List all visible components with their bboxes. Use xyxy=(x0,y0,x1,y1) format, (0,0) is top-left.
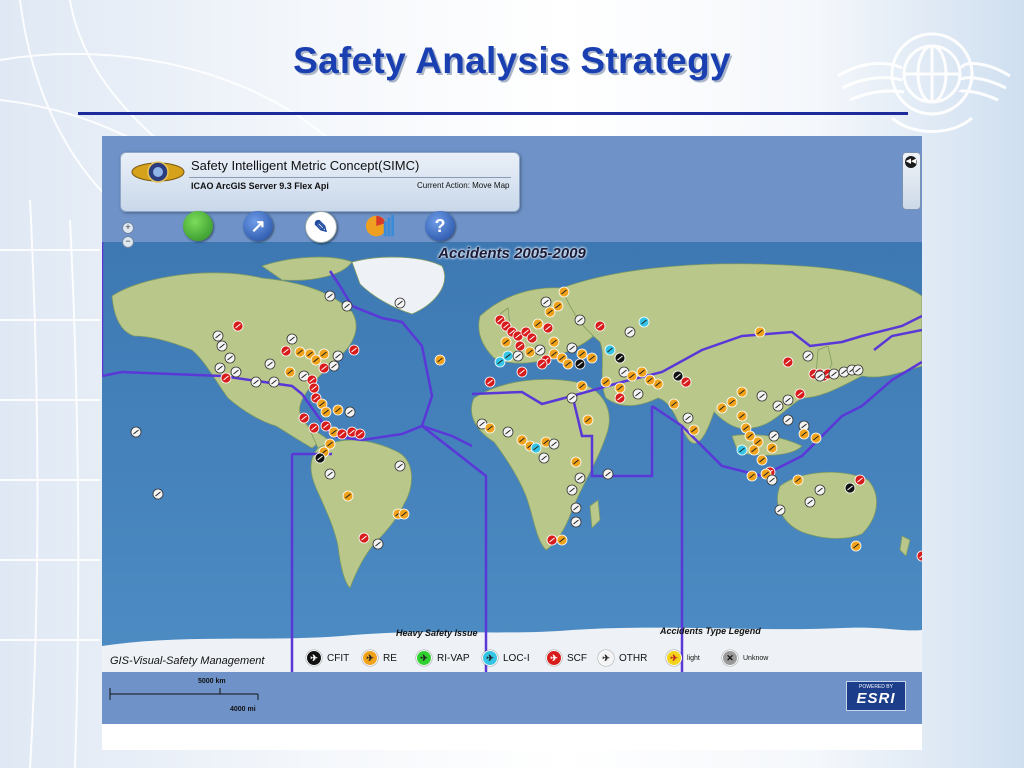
scale-mi-label: 4000 mi xyxy=(230,706,256,713)
tools-button[interactable]: ✎ xyxy=(305,211,337,243)
legend-cfit: ✈ CFIT xyxy=(306,650,349,666)
map-heading: Accidents 2005-2009 xyxy=(438,245,586,262)
legend-label: RE xyxy=(383,652,397,664)
gis-footer-label: GIS-Visual-Safety Management xyxy=(110,655,265,667)
scale-km-label: 5000 km xyxy=(198,678,226,685)
chart-button[interactable] xyxy=(365,211,395,241)
scale-bar: 5000 km 4000 mi xyxy=(109,678,259,713)
simc-panel: Safety Intelligent Metric Concept(SIMC) … xyxy=(120,152,520,243)
help-button[interactable]: ? xyxy=(425,211,455,241)
legend-light: ✈ light xyxy=(666,650,700,666)
light-icon: ✈ xyxy=(666,650,682,666)
legend-othr: ✈ OTHR xyxy=(598,650,647,666)
legend-label: Unknow xyxy=(743,654,769,662)
icao-emblem-icon xyxy=(131,161,185,183)
ri-vap-icon: ✈ xyxy=(416,650,432,666)
othr-icon: ✈ xyxy=(598,650,614,666)
legend-scf: ✈ SCF xyxy=(546,650,587,666)
heavy-safety-issue-label: Heavy Safety Issue xyxy=(396,628,478,638)
current-action-status: Current Action: Move Map xyxy=(417,181,510,190)
legend-loc-i: ✈ LOC-I xyxy=(482,650,530,666)
compass-button[interactable]: ↗ xyxy=(243,211,273,241)
help-icon: ? xyxy=(434,215,446,236)
collapse-panel-button[interactable]: ◀◀ xyxy=(902,152,921,210)
icao-logo xyxy=(837,32,1011,133)
map-viewer[interactable]: Safety Intelligent Metric Concept(SIMC) … xyxy=(102,136,922,750)
legend-unknow: ✕ Unknow xyxy=(722,650,768,666)
rewind-icon: ◀◀ xyxy=(905,156,917,168)
loc-i-icon: ✈ xyxy=(482,650,498,666)
legend-title: Accidents Type Legend xyxy=(660,626,761,636)
chart-icon xyxy=(365,214,395,237)
app-subtitle: ICAO ArcGIS Server 9.3 Flex Api xyxy=(191,181,329,191)
legend-label: LOC-I xyxy=(503,652,530,664)
title-divider xyxy=(78,112,908,115)
legend-label: OTHR xyxy=(619,652,648,664)
legend-label: CFIT xyxy=(327,652,350,664)
esri-logo-text: ESRI xyxy=(856,690,896,707)
compass-icon: ↗ xyxy=(250,215,266,236)
legend-label: SCF xyxy=(567,652,587,664)
legend-label: RI-VAP xyxy=(437,652,470,664)
tools-icon: ✎ xyxy=(313,216,329,237)
unknow-icon: ✕ xyxy=(722,650,738,666)
map-bottom-margin xyxy=(102,724,922,750)
legend-re: ✈ RE xyxy=(362,650,397,666)
esri-logo: POWERED BY ESRI xyxy=(846,681,906,711)
globe-button[interactable] xyxy=(183,211,213,241)
panel-divider xyxy=(189,177,511,178)
cfit-icon: ✈ xyxy=(306,650,322,666)
scf-icon: ✈ xyxy=(546,650,562,666)
re-icon: ✈ xyxy=(362,650,378,666)
legend-label: light xyxy=(687,654,700,662)
zoom-in-button[interactable]: + xyxy=(122,222,134,234)
legend-ri-vap: ✈ RI-VAP xyxy=(416,650,470,666)
app-title: Safety Intelligent Metric Concept(SIMC) xyxy=(191,158,420,173)
